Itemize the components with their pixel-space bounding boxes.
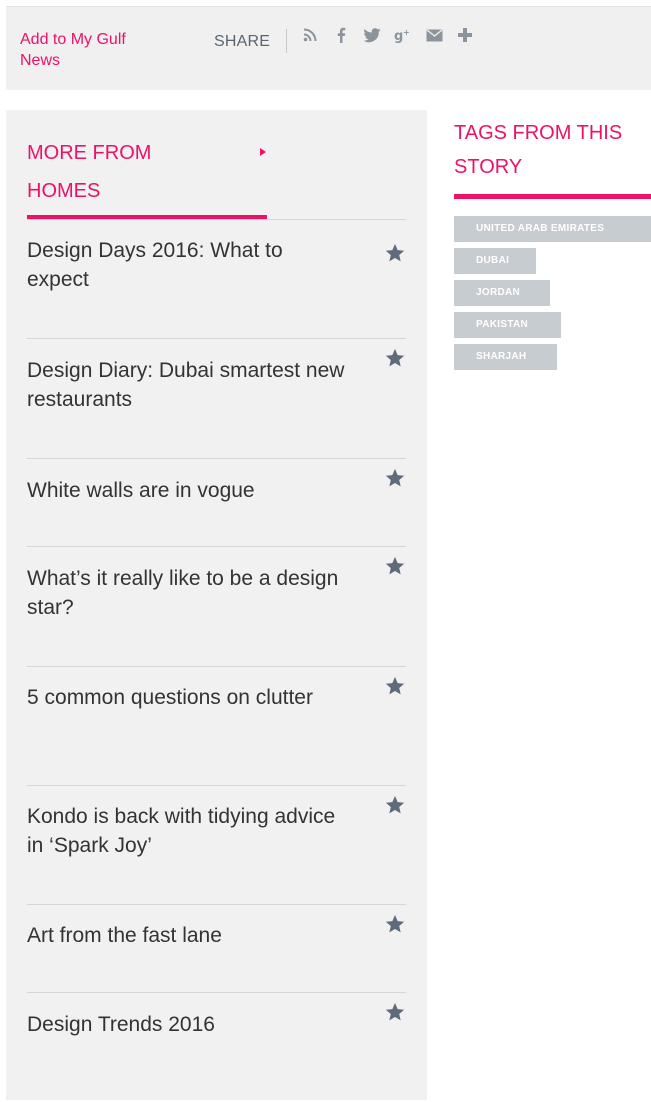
- list-item: Design Trends 2016: [27, 992, 406, 1082]
- tag-pakistan[interactable]: PAKISTAN: [454, 312, 561, 338]
- list-item: Design Days 2016: What to expect: [27, 219, 406, 338]
- list-item: Kondo is back with tidying advice in ‘Sp…: [27, 785, 406, 904]
- article-link[interactable]: Design Days 2016: What to expect: [27, 220, 347, 294]
- star-icon[interactable]: [384, 675, 406, 697]
- add-to-my-gulf-news-link[interactable]: Add to My Gulf News: [20, 29, 170, 71]
- share-icons: g +: [300, 25, 475, 45]
- list-item: What’s it really like to be a design sta…: [27, 546, 406, 666]
- more-plus-icon[interactable]: [455, 25, 475, 45]
- star-icon[interactable]: [384, 794, 406, 816]
- star-icon[interactable]: [384, 913, 406, 935]
- star-icon[interactable]: [384, 467, 406, 489]
- tags-underline: [454, 194, 651, 199]
- tags-heading-line2: STORY: [454, 156, 523, 178]
- google-plus-icon[interactable]: g +: [393, 25, 413, 45]
- share-divider: [286, 29, 287, 53]
- list-item: White walls are in vogue: [27, 458, 406, 546]
- svg-text:g: g: [394, 29, 403, 43]
- list-item: Design Diary: Dubai smartest new restaur…: [27, 338, 406, 458]
- more-from-panel: MORE FROM HOMES Design Days 2016: What t…: [6, 110, 427, 1100]
- article-link[interactable]: What’s it really like to be a design sta…: [27, 547, 347, 622]
- article-link[interactable]: 5 common questions on clutter: [27, 667, 347, 712]
- tags-heading: TAGS FROM THIS STORY: [454, 116, 651, 184]
- more-from-heading-line2: HOMES: [27, 180, 101, 202]
- tag-united-arab-emirates[interactable]: UNITED ARAB EMIRATES: [454, 216, 651, 242]
- article-link[interactable]: Kondo is back with tidying advice in ‘Sp…: [27, 786, 347, 860]
- list-item: 5 common questions on clutter: [27, 666, 406, 785]
- tag-dubai[interactable]: DUBAI: [454, 248, 536, 274]
- star-icon[interactable]: [384, 1001, 406, 1023]
- star-icon[interactable]: [384, 555, 406, 577]
- list-item: Art from the fast lane: [27, 904, 406, 992]
- more-from-list: Design Days 2016: What to expect Design …: [27, 219, 406, 1082]
- arrow-right-icon[interactable]: [260, 148, 266, 156]
- article-link[interactable]: Design Trends 2016: [27, 993, 347, 1039]
- facebook-icon[interactable]: [331, 25, 351, 45]
- article-link[interactable]: White walls are in vogue: [27, 459, 347, 505]
- twitter-icon[interactable]: [362, 25, 382, 45]
- more-from-heading[interactable]: MORE FROM HOMES: [27, 134, 267, 210]
- more-from-heading-line1: MORE FROM: [27, 142, 152, 164]
- email-icon[interactable]: [424, 25, 444, 45]
- star-icon[interactable]: [384, 347, 406, 369]
- article-link[interactable]: Design Diary: Dubai smartest new restaur…: [27, 339, 347, 414]
- article-link[interactable]: Art from the fast lane: [27, 905, 347, 950]
- share-label: SHARE: [214, 33, 271, 50]
- star-icon[interactable]: [384, 242, 406, 264]
- share-bar: Add to My Gulf News SHARE g +: [6, 6, 651, 90]
- tag-jordan[interactable]: JORDAN: [454, 280, 550, 306]
- svg-text:+: +: [403, 28, 410, 37]
- rss-icon[interactable]: [300, 25, 320, 45]
- tags-heading-line1: TAGS FROM THIS: [454, 122, 623, 144]
- tag-sharjah[interactable]: SHARJAH: [454, 344, 557, 370]
